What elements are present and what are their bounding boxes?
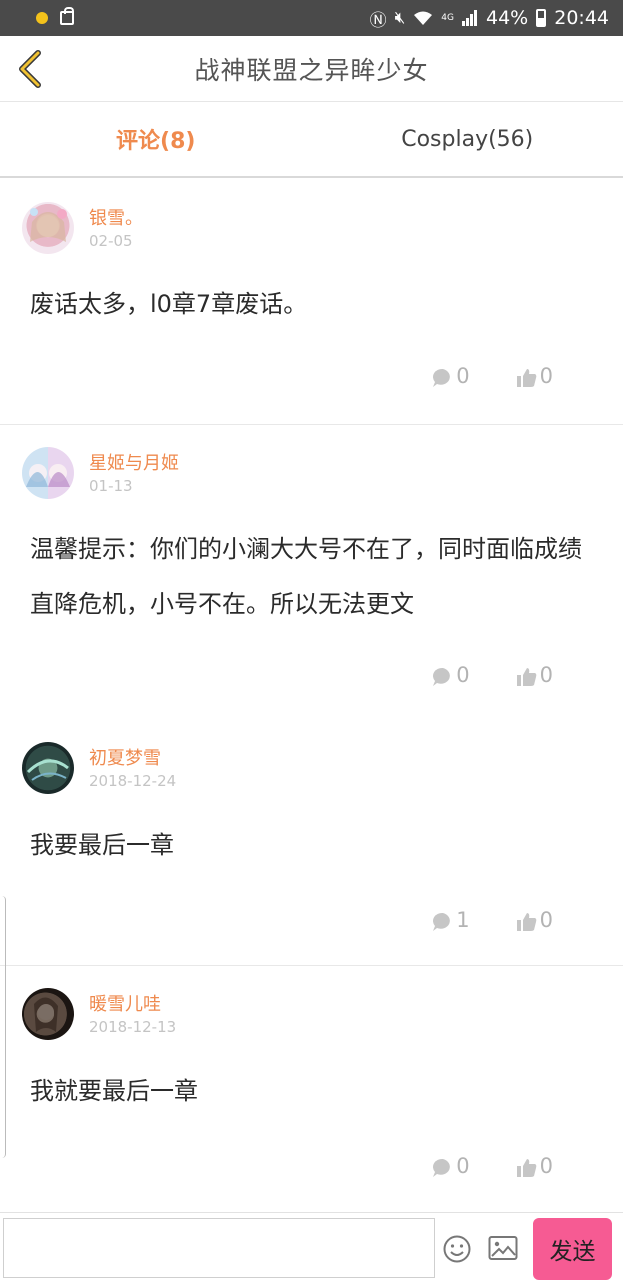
speech-bubble-icon [433,368,451,387]
comment-input[interactable] [3,1218,435,1278]
tab-cosplay[interactable]: Cosplay(56) [312,102,623,176]
reply-button[interactable]: 0 [432,364,470,388]
comment-text: 废话太多，l0章7章废话。 [30,290,308,318]
chevron-left-icon [19,50,41,88]
username[interactable]: 星姬与月姬 [89,449,179,475]
like-button[interactable]: 0 [516,908,553,932]
username[interactable]: 银雪。 [89,204,143,230]
comment-item: 银雪。 02-05 废话太多，l0章7章废话。 0 0 [0,180,623,425]
like-count: 0 [539,1154,553,1178]
thumbs-up-icon [516,369,536,387]
like-button[interactable]: 0 [516,364,553,388]
comment-list: 银雪。 02-05 废话太多，l0章7章废话。 0 0 星姬与月姬 01-13 … [0,180,623,1206]
like-count: 0 [539,663,553,687]
reply-count: 1 [456,908,470,932]
like-button[interactable]: 0 [516,1154,553,1178]
edge-panel-handle[interactable] [0,896,6,1158]
status-left [36,7,74,25]
reply-count: 0 [456,663,470,687]
image-icon [488,1236,518,1260]
speech-bubble-icon [433,667,451,686]
like-button[interactable]: 0 [516,663,553,687]
comment-text: 我就要最后一章 [30,1077,198,1105]
page-title: 战神联盟之异眸少女 [194,55,429,85]
battery-percent: 44% [486,7,529,29]
emoji-button[interactable] [442,1234,472,1264]
reply-button[interactable]: 1 [432,908,470,932]
comment-actions: 0 0 [432,364,553,388]
status-bar: Ⓝ 🔇︎ 4G 44% 20:44 [0,0,623,36]
reply-button[interactable]: 0 [432,663,470,687]
comment-date: 2018-12-13 [89,1018,177,1036]
like-count: 0 [539,364,553,388]
wifi-icon [414,11,433,25]
image-button[interactable] [488,1234,518,1262]
comment-actions: 0 0 [432,1154,553,1178]
thumbs-up-icon [516,913,536,931]
username[interactable]: 暖雪儿哇 [89,990,161,1016]
signal-icon [462,10,477,26]
like-count: 0 [539,908,553,932]
comment-date: 01-13 [89,477,133,495]
avatar[interactable] [22,202,74,254]
comment-actions: 0 0 [432,663,553,687]
username[interactable]: 初夏梦雪 [89,744,161,770]
speech-bubble-icon [433,1158,451,1177]
comment-text: 我要最后一章 [30,831,174,859]
header: 战神联盟之异眸少女 [0,36,623,102]
smiley-icon [443,1235,471,1263]
back-button[interactable] [10,48,50,90]
comment-date: 2018-12-24 [89,772,177,790]
clock: 20:44 [554,7,609,29]
thumbs-up-icon [516,668,536,686]
comment-actions: 1 0 [432,908,553,932]
comment-item: 星姬与月姬 01-13 温馨提示：你们的小澜大大号不在了，同时面临成绩直降危机，… [0,425,623,720]
reply-button[interactable]: 0 [432,1154,470,1178]
reply-count: 0 [456,364,470,388]
comment-item: 初夏梦雪 2018-12-24 我要最后一章 1 0 [0,720,623,966]
shopping-bag-icon [60,7,74,25]
avatar[interactable] [22,742,74,794]
nfc-icon: Ⓝ [369,10,387,31]
status-right: Ⓝ 🔇︎ 4G 44% 20:44 [370,6,609,31]
battery-icon [536,9,547,27]
comment-composer: 发送 [0,1212,623,1280]
reply-count: 0 [456,1154,470,1178]
tab-bar: 评论(8) Cosplay(56) [0,102,623,178]
network-type: 4G [441,13,454,23]
thumbs-up-icon [516,1159,536,1177]
send-button[interactable]: 发送 [533,1218,612,1280]
mute-icon: 🔇︎ [394,8,406,28]
comment-item: 暖雪儿哇 2018-12-13 我就要最后一章 0 0 [0,966,623,1206]
notification-icon [36,12,48,24]
comment-date: 02-05 [89,232,133,250]
tab-comments[interactable]: 评论(8) [0,102,312,176]
avatar[interactable] [22,988,74,1040]
avatar[interactable] [22,447,74,499]
speech-bubble-icon [433,912,451,931]
comment-text: 温馨提示：你们的小澜大大号不在了，同时面临成绩直降危机，小号不在。所以无法更文 [30,535,582,618]
